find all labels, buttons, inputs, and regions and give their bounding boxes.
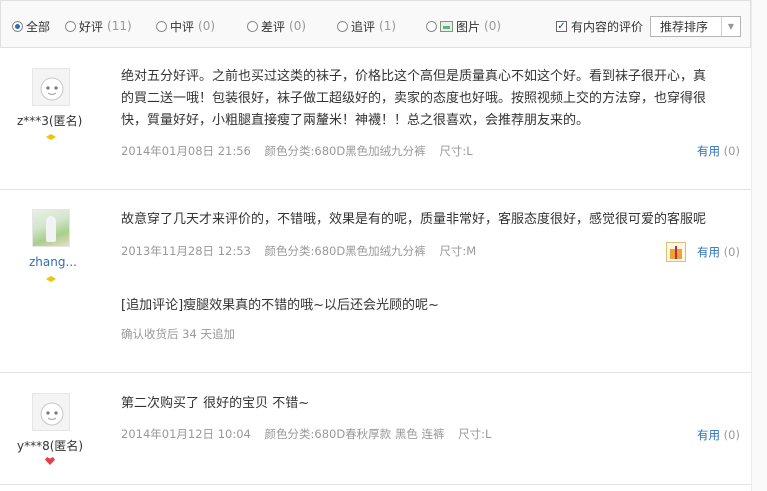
review-meta: 2013年11月28日 12:53 颜色分类:680D黑色加绒九分裤 尺寸:M xyxy=(121,243,486,259)
filter-follow[interactable]: 追评 (1) xyxy=(337,17,396,35)
filter-bad[interactable]: 差评 (0) xyxy=(247,17,306,35)
default-avatar-icon xyxy=(40,77,64,101)
gift-icon xyxy=(666,242,686,262)
sort-select[interactable]: 推荐排序 ▼ xyxy=(650,16,741,37)
default-avatar-icon xyxy=(40,402,64,426)
appended-review-text: [追加评论]瘦腿效果真的不错的哦~以后还会光顾的呢~ xyxy=(121,298,439,313)
radio-icon[interactable] xyxy=(156,20,167,32)
filter-good[interactable]: 好评 (11) xyxy=(65,17,132,35)
useful-count: (0) xyxy=(723,144,740,158)
heart-level-icon xyxy=(45,457,55,465)
review-size: 尺寸:L xyxy=(439,144,473,158)
review-color: 颜色分类:680D黑色加绒九分裤 xyxy=(264,144,426,158)
appended-review-meta: 确认收货后 34 天追加 xyxy=(121,327,235,341)
review-size: 尺寸:M xyxy=(439,244,477,258)
review-color: 颜色分类:680D春秋厚款 黑色 连裤 xyxy=(264,427,445,441)
filter-neutral-label: 中评 xyxy=(170,19,195,34)
filter-pics[interactable]: 图片 (0) xyxy=(426,17,501,35)
with-content-checkbox-row[interactable]: ✓ 有内容的评价 xyxy=(556,17,643,35)
useful-count: (0) xyxy=(723,245,740,259)
avatar[interactable] xyxy=(32,209,70,247)
review-divider xyxy=(0,189,751,190)
radio-icon[interactable] xyxy=(247,20,258,32)
filter-all[interactable]: 全部 xyxy=(12,17,50,35)
review-divider xyxy=(0,484,751,485)
avatar[interactable] xyxy=(32,393,70,431)
filter-neutral[interactable]: 中评 (0) xyxy=(156,17,215,35)
member-level-icon xyxy=(46,134,56,140)
review-text-line: 的買二送一哦！包装很好，袜子做工超级好的，卖家的态度也好哦。按照视频上交的方法穿… xyxy=(121,91,707,106)
radio-icon[interactable] xyxy=(426,20,437,32)
filter-neutral-count: (0) xyxy=(198,19,216,33)
radio-checked-icon[interactable] xyxy=(12,20,23,32)
radio-icon[interactable] xyxy=(337,20,348,32)
checkbox-checked-icon[interactable]: ✓ xyxy=(556,20,567,32)
review-divider xyxy=(0,372,751,373)
filter-good-count: (11) xyxy=(107,19,132,33)
useful-button[interactable]: 有用 (0) xyxy=(697,244,740,260)
picture-icon xyxy=(440,20,453,32)
filter-follow-label: 追评 xyxy=(351,19,376,34)
filter-bad-label: 差评 xyxy=(261,19,286,34)
reviewer-name[interactable]: zhang... xyxy=(29,255,77,269)
review-meta: 2014年01月08日 21:56 颜色分类:680D黑色加绒九分裤 尺寸:L xyxy=(121,143,483,159)
review-meta: 2014年01月12日 10:04 颜色分类:680D春秋厚款 黑色 连裤 尺寸… xyxy=(121,426,501,442)
chevron-down-icon[interactable]: ▼ xyxy=(721,17,740,36)
reviewer-name: z***3(匿名) xyxy=(17,114,83,128)
useful-label[interactable]: 有用 xyxy=(697,245,720,259)
review-text: 绝对五分好评。之前也买过这类的袜子，价格比这个高但是质量真心不如这个好。看到袜子… xyxy=(121,66,706,132)
avatar[interactable] xyxy=(32,68,70,106)
review-text-line: 故意穿了几天才来评价的，不错哦，效果是有的呢，质量非常好，客服态度很好，感觉很可… xyxy=(121,212,707,227)
with-content-label: 有内容的评价 xyxy=(571,19,644,34)
review-color: 颜色分类:680D黑色加绒九分裤 xyxy=(264,244,426,258)
useful-button[interactable]: 有用 (0) xyxy=(697,427,740,443)
review-date: 2014年01月12日 10:04 xyxy=(121,427,251,441)
filter-good-label: 好评 xyxy=(79,19,104,34)
user-photo-figure xyxy=(46,216,56,242)
filter-pics-label: 图片 xyxy=(456,19,481,34)
review-text-line: 绝对五分好评。之前也买过这类的袜子，价格比这个高但是质量真心不如这个好。看到袜子… xyxy=(121,69,707,84)
useful-count: (0) xyxy=(723,428,740,442)
radio-icon[interactable] xyxy=(65,20,76,32)
review-text: 第二次购买了 很好的宝贝 不错~ xyxy=(121,393,309,415)
useful-label[interactable]: 有用 xyxy=(697,428,720,442)
review-date: 2013年11月28日 12:53 xyxy=(121,244,251,258)
scrollbar[interactable] xyxy=(751,0,767,491)
filter-follow-count: (1) xyxy=(379,19,397,33)
useful-label[interactable]: 有用 xyxy=(697,144,720,158)
member-level-icon xyxy=(46,276,56,282)
useful-button[interactable]: 有用 (0) xyxy=(697,143,740,159)
filter-all-label: 全部 xyxy=(26,19,51,34)
review-text: 故意穿了几天才来评价的，不错哦，效果是有的呢，质量非常好，客服态度很好，感觉很可… xyxy=(121,209,706,231)
review-text-line: 快，質量好好，小粗腿直接瘦了兩釐米！神襪！！总之很喜欢，会推荐朋友来的。 xyxy=(121,113,590,128)
filter-bad-count: (0) xyxy=(289,19,307,33)
reviewer-name: y***8(匿名) xyxy=(17,439,84,453)
sort-selected-label: 推荐排序 xyxy=(660,20,709,34)
review-filter-bar: 全部 好评 (11) 中评 (0) 差评 (0) 追评 (1) 图片 (0) ✓… xyxy=(0,0,751,48)
review-date: 2014年01月08日 21:56 xyxy=(121,144,251,158)
review-size: 尺寸:L xyxy=(458,427,492,441)
filter-pics-count: (0) xyxy=(484,19,502,33)
review-text-line: 第二次购买了 很好的宝贝 不错~ xyxy=(121,396,310,411)
